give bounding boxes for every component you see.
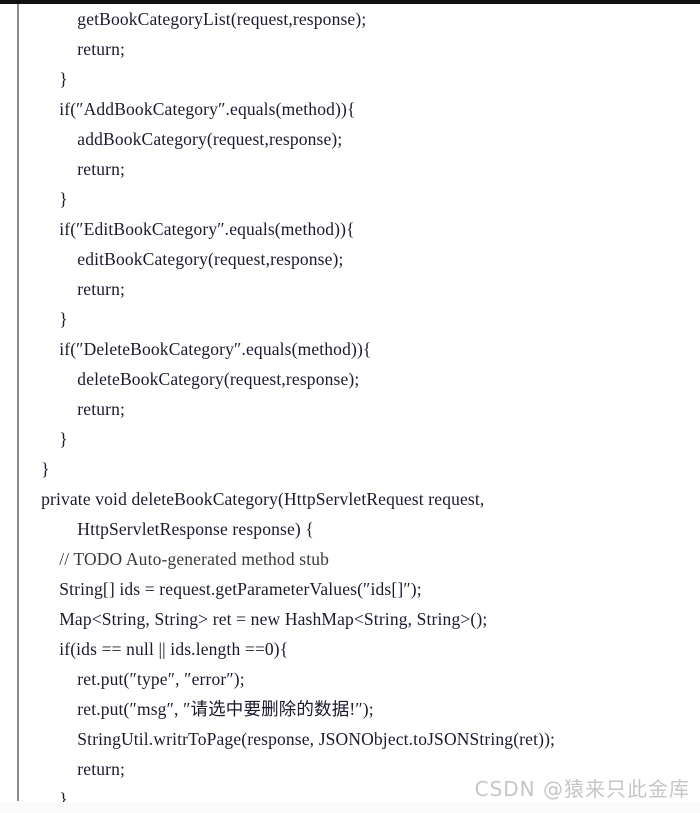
- code-line: HttpServletResponse response) {: [23, 519, 314, 539]
- code-line: addBookCategory(request,response);: [23, 129, 343, 149]
- code-line: return;: [23, 399, 125, 419]
- code-line: Map<String, String> ret = new HashMap<St…: [23, 609, 488, 629]
- code-line: StringUtil.writrToPage(response, JSONObj…: [23, 729, 556, 749]
- code-line: }: [23, 459, 50, 479]
- code-line: return;: [23, 279, 125, 299]
- code-line: private void deleteBookCategory(HttpServ…: [23, 489, 485, 509]
- code-line: deleteBookCategory(request,response);: [23, 369, 360, 389]
- code-line: return;: [23, 159, 125, 179]
- code-line: }: [23, 309, 68, 329]
- code-screenshot: getBookCategoryList(request,response); r…: [0, 0, 700, 813]
- bottom-strip: [0, 802, 700, 813]
- code-line: }: [23, 69, 68, 89]
- code-line: return;: [23, 39, 125, 59]
- code-line: if(″DeleteBookCategory″.equals(method)){: [23, 339, 372, 359]
- code-line: }: [23, 189, 68, 209]
- code-line: if(″AddBookCategory″.equals(method)){: [23, 99, 356, 119]
- code-line: if(ids == null || ids.length ==0){: [23, 639, 289, 659]
- code-line: String[] ids = request.getParameterValue…: [23, 579, 422, 599]
- code-line: getBookCategoryList(request,response);: [23, 9, 367, 29]
- code-line: // TODO Auto-generated method stub: [23, 549, 330, 569]
- code-line: return;: [23, 759, 125, 779]
- code-line: }: [23, 429, 68, 449]
- code-line: ret.put(″msg″, ″请选中要删除的数据!″);: [23, 699, 374, 719]
- code-line: ret.put(″type″, ″error″);: [23, 669, 245, 689]
- code-block: getBookCategoryList(request,response); r…: [19, 4, 700, 809]
- code-line: editBookCategory(request,response);: [23, 249, 344, 269]
- code-line: if(″EditBookCategory″.equals(method)){: [23, 219, 355, 239]
